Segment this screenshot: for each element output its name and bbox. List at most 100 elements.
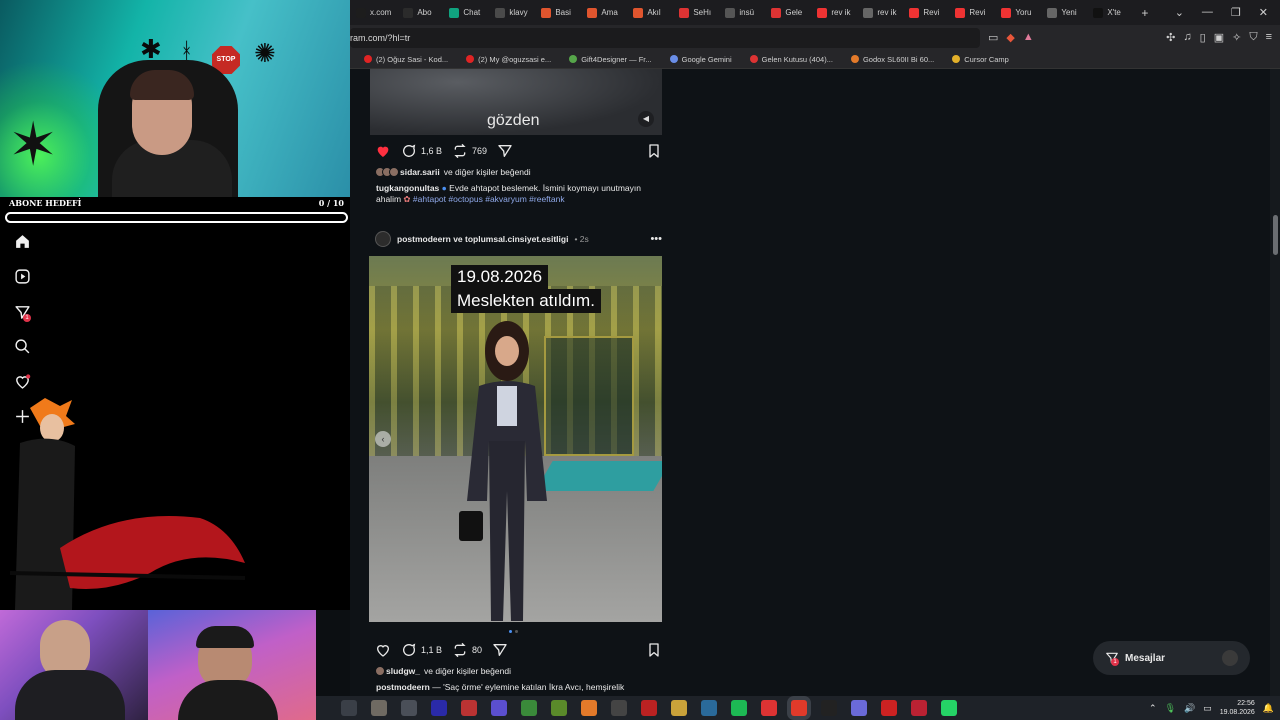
taskbar-app-icon[interactable]	[821, 700, 837, 716]
chevron-left-icon[interactable]: ‹	[375, 431, 391, 447]
direct-messages-icon[interactable]: 1	[14, 304, 31, 322]
post1-repost-button[interactable]: 769	[452, 143, 487, 159]
speaker-icon[interactable]: 🔊	[1184, 703, 1195, 714]
browser-tab[interactable]: Yoru	[995, 0, 1041, 25]
taskbar-app-icon[interactable]	[881, 700, 897, 716]
brave-shield-icon[interactable]: ◆	[1006, 31, 1014, 44]
reels-icon[interactable]	[14, 268, 31, 285]
scrollbar-thumb[interactable]	[1273, 215, 1278, 255]
taskbar-app-icon[interactable]	[911, 700, 927, 716]
taskbar-app-icon[interactable]	[761, 700, 777, 716]
home-icon[interactable]	[14, 233, 31, 250]
taskbar-app-icon[interactable]	[521, 700, 537, 716]
post2-like-button[interactable]	[375, 642, 391, 658]
chevron-up-icon[interactable]: ⌃	[1149, 703, 1157, 714]
post2-media[interactable]: 19.08.2026 Meslekten atıldım. ‹	[369, 256, 662, 622]
bookmark-item[interactable]: Gift4Designer — Fr...	[569, 55, 652, 64]
taskbar-app-icon[interactable]	[731, 700, 747, 716]
bookmark-item[interactable]: Godox SL60II Bi 60...	[850, 55, 934, 64]
browser-tab[interactable]: Revi	[949, 0, 995, 25]
brave-rewards-icon[interactable]: ▲	[1023, 31, 1034, 44]
post2-comment-button[interactable]: 1,1 B	[401, 642, 442, 658]
browser-tab[interactable]: Basi	[535, 0, 581, 25]
browser-tab[interactable]: Gele	[765, 0, 811, 25]
browser-tab[interactable]: Abo	[397, 0, 443, 25]
post2-liker-name[interactable]: sludgw_	[386, 666, 420, 676]
search-icon[interactable]	[14, 338, 31, 355]
browser-tab[interactable]: Ama	[581, 0, 627, 25]
bookmark-item[interactable]: Cursor Camp	[952, 55, 1009, 64]
browser-tab[interactable]: rev ik	[857, 0, 903, 25]
post2-author[interactable]: postmodeern	[376, 682, 430, 692]
messages-button[interactable]: 1 Mesajlar	[1093, 641, 1250, 675]
browser-tab[interactable]: Revi	[903, 0, 949, 25]
bookmark-item[interactable]: (2) My @oguzsasi e...	[466, 55, 551, 64]
menu-icon[interactable]: ≡	[1266, 31, 1272, 44]
post1-author[interactable]: tugkangonultas	[376, 183, 439, 193]
post1-save-button[interactable]	[646, 143, 662, 159]
browser-tab[interactable]: SeHı	[673, 0, 719, 25]
post2-liked-suffix: ve diğer kişiler beğendi	[424, 666, 511, 676]
more-options-icon[interactable]: •••	[650, 233, 662, 245]
post1-media[interactable]: gözden ◀	[370, 69, 662, 135]
page-scrollbar[interactable]	[1270, 69, 1280, 696]
taskbar-app-icon[interactable]	[611, 700, 627, 716]
extensions-icon[interactable]: ✣	[1166, 31, 1175, 44]
browser-tab[interactable]: insü	[719, 0, 765, 25]
taskbar-app-icon[interactable]	[791, 700, 807, 716]
taskbar-app-icon[interactable]	[371, 700, 387, 716]
bookmark-item[interactable]: Google Gemini	[669, 55, 732, 64]
post1-like-button[interactable]	[375, 143, 391, 159]
close-icon[interactable]: ✕	[1259, 6, 1268, 19]
microphone-icon[interactable]: 🎙	[1165, 703, 1176, 714]
taskbar-app-icon[interactable]	[341, 700, 357, 716]
vpn-icon[interactable]: ⛉	[1249, 31, 1257, 44]
messages-badge: 1	[1111, 658, 1119, 666]
sidebar-icon[interactable]: ▯	[1200, 31, 1206, 44]
new-tab-button[interactable]: +	[1133, 6, 1156, 20]
avatar[interactable]	[375, 231, 391, 247]
browser-tab[interactable]: X'te	[1087, 0, 1133, 25]
taskbar-app-icon[interactable]	[461, 700, 477, 716]
clock[interactable]: 22:56 19.08.2026	[1220, 699, 1255, 717]
cast-icon[interactable]: ▭	[988, 31, 998, 44]
taskbar-app-icon[interactable]	[701, 700, 717, 716]
post1-liker-name[interactable]: sidar.sarii	[400, 167, 440, 177]
network-icon[interactable]: ▭	[1203, 703, 1212, 714]
browser-tab[interactable]: Yeni	[1041, 0, 1087, 25]
bookmark-item[interactable]: Gelen Kutusu (404)...	[749, 55, 833, 64]
browser-tab[interactable]: klavy	[489, 0, 535, 25]
minimize-icon[interactable]: —	[1202, 6, 1213, 19]
taskbar-app-icon[interactable]	[431, 700, 447, 716]
browser-tab[interactable]: rev ik	[811, 0, 857, 25]
notification-bell-icon[interactable]: 🔔	[1263, 703, 1274, 714]
taskbar-app-icon[interactable]	[581, 700, 597, 716]
maximize-icon[interactable]: ❐	[1231, 6, 1241, 19]
taskbar-app-icon[interactable]	[641, 700, 657, 716]
browser-tab[interactable]: x.com	[350, 0, 397, 25]
taskbar-app-icon[interactable]	[491, 700, 507, 716]
post2-save-button[interactable]	[646, 642, 662, 658]
post2-authors[interactable]: postmodeern ve toplumsal.cinsiyet.esitli…	[397, 234, 568, 244]
taskbar-app-icon[interactable]	[551, 700, 567, 716]
tab-label: X'te	[1107, 8, 1121, 17]
taskbar-app-icon[interactable]	[671, 700, 687, 716]
post1-hashtags[interactable]: #ahtapot #octopus #akvaryum #reeftank	[413, 194, 565, 204]
leo-ai-icon[interactable]: ✧	[1232, 31, 1241, 44]
wallet-icon[interactable]: ▣	[1214, 31, 1224, 44]
post1-share-button[interactable]	[497, 143, 513, 159]
bookmark-item[interactable]: (2) Oğuz Sasi - Kod...	[364, 55, 448, 64]
tab-list-chevron-icon[interactable]: ⌄	[1175, 6, 1184, 19]
browser-tab[interactable]: Akıl	[627, 0, 673, 25]
taskbar-app-icon[interactable]	[401, 700, 417, 716]
post1-comment-button[interactable]: 1,6 B	[401, 143, 442, 159]
media-icon[interactable]: ♫	[1183, 31, 1191, 44]
browser-tab[interactable]: Chat	[443, 0, 489, 25]
post2-repost-button[interactable]: 80	[452, 642, 482, 658]
taskbar-app-icon[interactable]	[941, 700, 957, 716]
taskbar-app-icon[interactable]	[851, 700, 867, 716]
notifications-heart-icon[interactable]	[14, 373, 31, 390]
url-field[interactable]: ram.com/?hl=tr	[350, 27, 980, 48]
mute-icon[interactable]: ◀	[638, 111, 654, 127]
post2-share-button[interactable]	[492, 642, 508, 658]
